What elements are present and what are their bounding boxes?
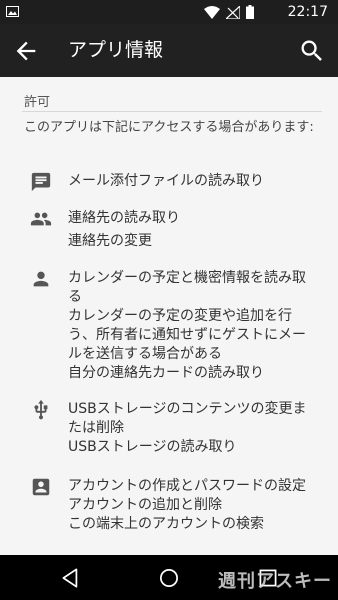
- permission-line: アカウントの追加と削除: [68, 497, 222, 513]
- permission-line: USBストレージのコンテンツの変更または削除: [68, 401, 307, 436]
- home-nav-icon[interactable]: [156, 565, 182, 591]
- permission-line: USBストレージの読み取り: [68, 439, 237, 455]
- permission-line: カレンダーの予定と機密情報を読み取る: [68, 270, 306, 305]
- permission-line: 連絡先の読み取り: [68, 210, 180, 226]
- navigation-bar: 週刊アスキー: [0, 555, 338, 600]
- message-icon: [31, 172, 51, 192]
- permission-line: アカウントの作成とパスワードの設定: [68, 478, 306, 494]
- back-nav-icon[interactable]: [58, 565, 84, 591]
- search-icon[interactable]: [298, 37, 326, 65]
- permission-line: 連絡先の変更: [68, 233, 152, 249]
- usb-icon: [34, 399, 48, 420]
- watermark-logo: 週刊アスキー: [218, 571, 332, 591]
- no-signal-icon: [226, 5, 240, 19]
- account-box-icon: [32, 478, 50, 496]
- status-time: 22:17: [287, 4, 328, 20]
- page-title: アプリ情報: [68, 39, 164, 61]
- status-bar: 22:17: [0, 0, 338, 24]
- permission-line: 自分の連絡先カードの読み取り: [68, 365, 264, 381]
- intro-text: このアプリは下記にアクセスする場合があります:: [24, 120, 314, 135]
- photo-notification-icon: [6, 6, 19, 17]
- permission-line: カレンダーの予定の変更や追加を行う、所有者に通知せずにゲストにメールを送信する場…: [68, 308, 306, 362]
- back-arrow-icon[interactable]: [12, 37, 40, 65]
- app-bar: アプリ情報: [0, 24, 338, 77]
- people-icon: [30, 212, 52, 226]
- permission-line: この端末上のアカウントの検索: [68, 516, 264, 532]
- battery-icon: [246, 5, 254, 19]
- divider: [22, 111, 322, 112]
- person-icon: [33, 271, 49, 287]
- permissions-content[interactable]: 許可 このアプリは下記にアクセスする場合があります: メール添付ファイルの読み取…: [0, 77, 338, 555]
- permission-line: メール添付ファイルの読み取り: [68, 173, 264, 189]
- wifi-icon: [204, 5, 220, 19]
- section-header: 許可: [24, 95, 51, 110]
